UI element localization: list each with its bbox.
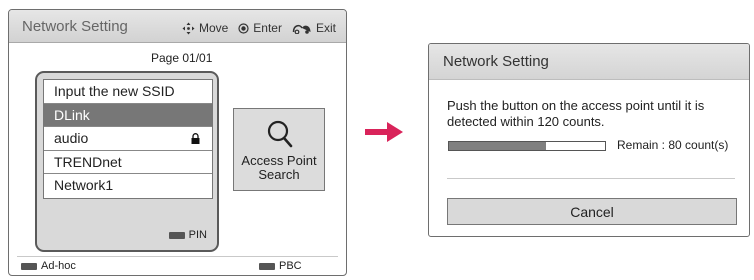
ssid-list: Input the new SSID DLink audio TRENDnet …: [43, 79, 213, 199]
adhoc-key-hint[interactable]: Ad-hoc: [21, 260, 76, 272]
dialog-title: Network Setting: [443, 53, 549, 70]
color-key-icon: [21, 262, 37, 270]
key-hints: Move Enter Exit: [172, 21, 336, 35]
dialog-message-line2: detected within 120 counts.: [447, 114, 605, 129]
ssid-item-network1[interactable]: Network1: [44, 174, 212, 198]
ssid-item-dlink[interactable]: DLink: [44, 103, 212, 127]
search-label-line1: Access Point: [241, 153, 317, 168]
dialog-message: Push the button on the access point unti…: [447, 98, 743, 130]
ssid-item-label: Input the new SSID: [54, 83, 175, 99]
ssid-item-input-new[interactable]: Input the new SSID: [44, 80, 212, 104]
count-progress-bar: [448, 141, 606, 151]
enter-button-icon: [238, 22, 249, 34]
remain-count: Remain : 80 count(s): [617, 138, 729, 152]
magnifier-icon: [267, 120, 293, 148]
search-label-line2: Search: [258, 167, 300, 182]
ssid-item-trendnet[interactable]: TRENDnet: [44, 151, 212, 174]
dialog-divider: [447, 178, 735, 179]
right-arrow-icon: [365, 122, 403, 142]
footer-divider: [17, 256, 338, 257]
color-key-icon: [168, 231, 185, 239]
pin-label: PIN: [188, 229, 207, 241]
menu-header: Network Setting Move Enter Exit: [9, 10, 346, 43]
hint-enter-label: Enter: [253, 21, 282, 35]
pbc-label: PBC: [279, 260, 302, 272]
ssid-item-label: TRENDnet: [54, 153, 122, 170]
hint-move: Move: [182, 21, 228, 35]
ssid-item-label: Network1: [54, 177, 114, 193]
color-key-icon: [259, 262, 275, 270]
pbc-dialog: Network Setting Push the button on the a…: [428, 43, 750, 237]
move-arrows-icon: [182, 22, 195, 34]
dialog-message-line1: Push the button on the access point unti…: [447, 98, 705, 113]
lock-icon: [191, 133, 200, 144]
ssid-item-label: DLink: [54, 106, 90, 123]
pin-key-hint: PIN: [168, 229, 207, 241]
hint-exit: Exit: [292, 21, 336, 35]
hint-move-label: Move: [198, 21, 229, 35]
dialog-header: Network Setting: [429, 44, 749, 80]
access-point-search-label: Access Point Search: [234, 154, 324, 182]
pbc-key-hint[interactable]: PBC: [259, 260, 302, 272]
page-indicator: Page 01/01: [151, 51, 213, 65]
ssid-item-label: audio: [54, 130, 89, 146]
ssid-item-audio[interactable]: audio: [44, 127, 212, 151]
access-point-search-button[interactable]: Access Point Search: [233, 108, 325, 191]
hint-enter: Enter: [238, 21, 282, 35]
cancel-button[interactable]: Cancel: [447, 198, 737, 225]
progress-fill: [449, 142, 546, 150]
hint-exit-label: Exit: [315, 21, 336, 35]
menu-title: Network Setting: [22, 18, 128, 35]
network-setting-menu: Network Setting Move Enter Exit Page 01/…: [8, 9, 347, 276]
exit-back-icon: [292, 24, 311, 34]
adhoc-label: Ad-hoc: [41, 260, 76, 272]
ssid-list-frame: Input the new SSID DLink audio TRENDnet …: [35, 71, 219, 252]
